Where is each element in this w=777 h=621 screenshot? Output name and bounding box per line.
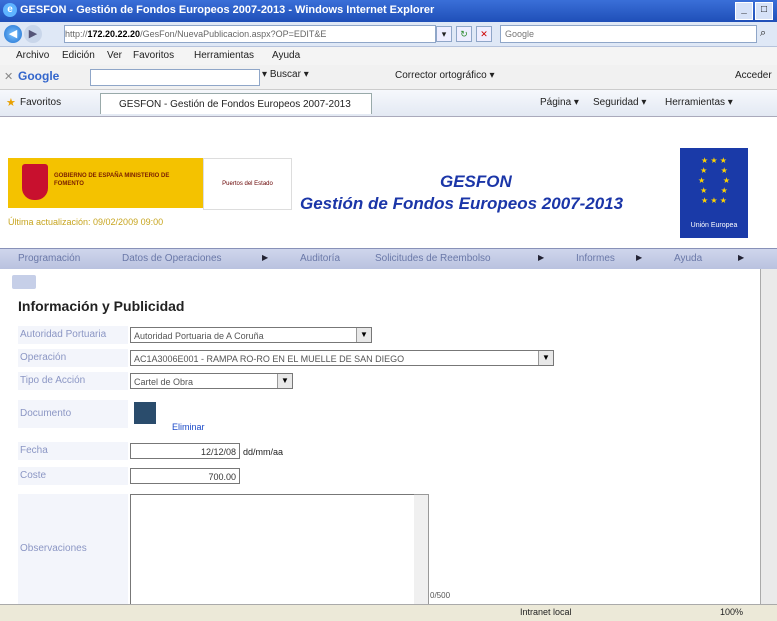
- app-title: GESFON: [440, 172, 512, 191]
- search-icon[interactable]: ⌕: [760, 27, 766, 40]
- tipo-value: Cartel de Obra: [134, 377, 194, 387]
- buscar-label: Buscar: [269, 69, 301, 80]
- operacion-label: Operación: [18, 349, 128, 367]
- gobierno-logo: GOBIERNO DE ESPAÑA MINISTERIO DE FOMENTO: [8, 158, 203, 208]
- pagina-label: Página: [540, 97, 572, 108]
- nav-ayuda[interactable]: Ayuda: [674, 253, 702, 264]
- operacion-select[interactable]: AC1A3006E001 - RAMPA RO-RO EN EL MUELLE …: [130, 350, 554, 366]
- pagina-menu[interactable]: Página ▾: [540, 97, 579, 108]
- maximize-icon[interactable]: □: [755, 2, 773, 20]
- tipo-label: Tipo de Acción: [18, 372, 128, 390]
- textarea-scrollbar[interactable]: [414, 494, 429, 606]
- close-toolbar-icon[interactable]: ✕: [4, 70, 13, 83]
- gov-text: GOBIERNO DE ESPAÑA MINISTERIO DE FOMENTO: [54, 173, 170, 187]
- menu-ver[interactable]: Ver: [107, 50, 122, 61]
- status-bar: Intranet local 100%: [0, 604, 777, 621]
- page-scrollbar[interactable]: [760, 269, 777, 604]
- herramientas-label: Herramientas: [665, 97, 726, 108]
- address-host: 172.20.22.20: [87, 29, 141, 39]
- search-placeholder: Google: [505, 29, 535, 39]
- nav-solicitudes[interactable]: Solicitudes de Reembolso: [375, 253, 491, 264]
- corrector-label: Corrector ortográfico: [395, 70, 487, 81]
- eliminar-link[interactable]: Eliminar: [172, 422, 205, 432]
- coste-input[interactable]: 700.00: [130, 468, 240, 484]
- menu-herramientas[interactable]: Herramientas: [194, 50, 254, 61]
- favorites-bar: ★ Favoritos GESFON - Gestión de Fondos E…: [0, 90, 777, 117]
- app-subtitle: Gestión de Fondos Europeos 2007-2013: [300, 194, 624, 213]
- forward-icon[interactable]: ▶: [24, 25, 42, 43]
- seguridad-label: Seguridad: [593, 97, 639, 108]
- update-text: Última actualización: 09/02/2009 09:00: [8, 217, 164, 227]
- address-input[interactable]: http://172.20.22.20/GesFon/NuevaPublicac…: [64, 25, 436, 43]
- char-counter: 0/500: [430, 591, 451, 600]
- address-dropdown-icon[interactable]: ▾: [436, 26, 452, 42]
- eu-stars-icon: ★ ★ ★ ★ ★ ★ ★ ★ ★ ★ ★ ★: [697, 156, 731, 205]
- documento-label: Documento: [18, 400, 128, 428]
- autoridad-label: Autoridad Portuaria: [18, 326, 128, 344]
- chevron-right-icon: ▶: [636, 253, 643, 262]
- corrector-button[interactable]: Corrector ortográfico ▾: [395, 70, 495, 81]
- fecha-input[interactable]: 12/12/08: [130, 443, 240, 459]
- page-title: Información y Publicidad: [18, 298, 185, 314]
- address-toolbar: ◀ ▶ http://172.20.22.20/GesFon/NuevaPubl…: [0, 22, 777, 47]
- favorites-star-icon: ★: [6, 97, 16, 109]
- autoridad-select[interactable]: Autoridad Portuaria de A Coruña ▼: [130, 327, 372, 343]
- page-icon[interactable]: [12, 275, 36, 289]
- window-title-bar: e GESFON - Gestión de Fondos Europeos 20…: [0, 0, 777, 22]
- menu-archivo[interactable]: Archivo: [16, 50, 49, 61]
- fecha-label: Fecha: [18, 442, 128, 460]
- tipo-select[interactable]: Cartel de Obra ▼: [130, 373, 293, 389]
- herramientas-menu[interactable]: Herramientas ▾: [665, 97, 733, 108]
- document-icon[interactable]: [134, 402, 156, 424]
- chevron-right-icon: ▶: [262, 253, 269, 262]
- nav-auditoria[interactable]: Auditoría: [300, 253, 340, 264]
- chevron-down-icon[interactable]: ▼: [356, 328, 371, 342]
- acceder-link[interactable]: Acceder: [735, 70, 772, 81]
- coste-label: Coste: [18, 467, 128, 485]
- minimize-icon[interactable]: _: [735, 2, 753, 20]
- tab-label: GESFON - Gestión de Fondos Europeos 2007…: [119, 99, 351, 110]
- menu-bar: Archivo Edición Ver Favoritos Herramient…: [0, 47, 777, 65]
- buscar-button[interactable]: ▾ Buscar ▾: [262, 69, 309, 80]
- menu-edicion[interactable]: Edición: [62, 50, 95, 61]
- chevron-right-icon: ▶: [538, 253, 545, 262]
- chevron-right-icon: ▶: [738, 253, 745, 262]
- eu-logo: ★ ★ ★ ★ ★ ★ ★ ★ ★ ★ ★ ★ Unión Europea: [680, 148, 748, 238]
- fecha-format: dd/mm/aa: [243, 447, 284, 457]
- ie-icon: e: [3, 3, 17, 17]
- menu-ayuda[interactable]: Ayuda: [272, 50, 300, 61]
- nav-informes[interactable]: Informes: [576, 253, 615, 264]
- google-toolbar: ✕ Google ▾ Buscar ▾ Corrector ortográfic…: [0, 65, 777, 90]
- main-nav: Programación Datos de Operaciones ▶ Audi…: [0, 248, 777, 270]
- puertos-logo: Puertos del Estado: [203, 158, 292, 210]
- tab-gesfon[interactable]: GESFON - Gestión de Fondos Europeos 2007…: [100, 93, 372, 114]
- coat-of-arms-icon: [22, 164, 48, 200]
- observaciones-label: Observaciones: [18, 494, 128, 604]
- nav-datos-operaciones[interactable]: Datos de Operaciones: [122, 253, 222, 264]
- zoom-level[interactable]: 100%: [720, 607, 743, 617]
- google-search-input[interactable]: [90, 69, 260, 86]
- operacion-value: AC1A3006E001 - RAMPA RO-RO EN EL MUELLE …: [134, 354, 405, 364]
- chevron-down-icon[interactable]: ▼: [538, 351, 553, 365]
- nav-programacion[interactable]: Programación: [18, 253, 80, 264]
- address-prefix: http://: [65, 29, 88, 39]
- back-icon[interactable]: ◀: [4, 25, 22, 43]
- autoridad-value: Autoridad Portuaria de A Coruña: [134, 331, 264, 341]
- search-input[interactable]: Google: [500, 25, 757, 43]
- eu-side-text: [748, 148, 777, 238]
- favoritos-button[interactable]: Favoritos: [20, 97, 61, 108]
- refresh-icon[interactable]: ↻: [456, 26, 472, 42]
- window-title: GESFON - Gestión de Fondos Europeos 2007…: [20, 4, 435, 16]
- google-brand: Google: [18, 69, 60, 83]
- observaciones-textarea[interactable]: [130, 494, 416, 606]
- window-controls: _ □: [735, 2, 773, 20]
- eu-text: Unión Europea: [690, 222, 738, 229]
- address-path: /GesFon/NuevaPublicacion.aspx?OP=EDIT&E: [140, 29, 327, 39]
- chevron-down-icon[interactable]: ▼: [277, 374, 292, 388]
- menu-favoritos[interactable]: Favoritos: [133, 50, 174, 61]
- seguridad-menu[interactable]: Seguridad ▾: [593, 97, 646, 108]
- zone-text: Intranet local: [520, 607, 572, 617]
- stop-icon[interactable]: ✕: [476, 26, 492, 42]
